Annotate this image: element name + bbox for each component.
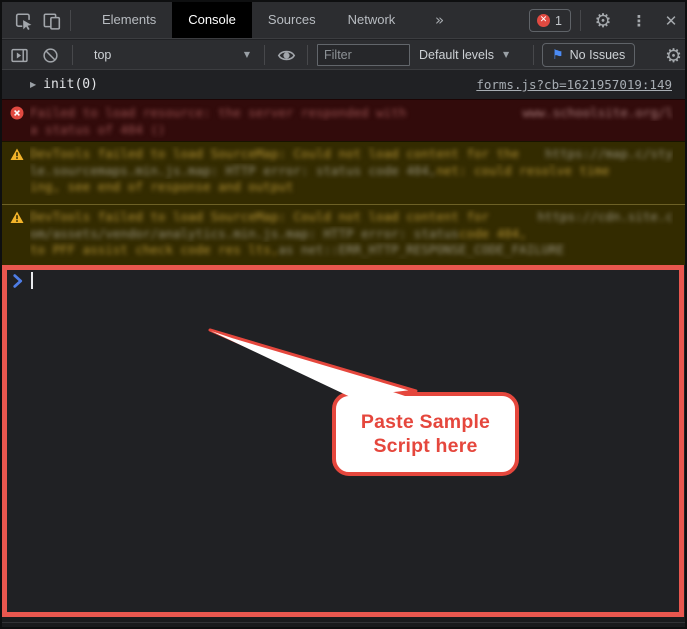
console-toolbar: top ▼ Default levels ▼ ⚑ No Issues ⚙ (2, 40, 685, 70)
toolbar-separator-2 (264, 45, 265, 65)
trace-source-link[interactable]: forms.js?cb=1621957019:149 (476, 77, 672, 92)
levels-label: Default levels (419, 48, 494, 62)
chevron-down-icon: ▼ (244, 50, 250, 59)
tab-network[interactable]: Network (332, 2, 412, 38)
tab-strip: Elements Console Sources Network (86, 2, 411, 38)
error-source-link-redacted[interactable]: www.schoolsite.org/l (522, 104, 673, 121)
error-message-redacted: Failed to load resource: the server resp… (30, 104, 673, 138)
expand-triangle-icon[interactable]: ▶ (30, 80, 36, 89)
warning-text-redacted-2: code 404, (459, 226, 527, 243)
console-prompt-icon (12, 274, 24, 293)
issues-flag-icon: ⚑ (552, 48, 564, 63)
tab-sources[interactable]: Sources (252, 2, 332, 38)
warning-text-redacted: DevTools failed to load SourceMap: Could… (30, 146, 519, 163)
console-sidebar-toggle-icon[interactable] (10, 46, 29, 65)
trace-label: init(0) (43, 77, 98, 92)
warning-message-redacted: DevTools failed to load SourceMap: Could… (30, 209, 673, 259)
error-circle-icon: ✕ (537, 14, 550, 27)
warning-text-redacted-3: to PFF assist check code res lts, (30, 242, 278, 259)
more-tabs-icon[interactable]: » (435, 2, 444, 38)
text-cursor (31, 272, 33, 289)
tab-console[interactable]: Console (172, 2, 252, 38)
warning-link-redacted-2[interactable]: le.sourcemaps.min.js.map: HTTP error: st… (30, 163, 436, 180)
live-expression-eye-icon[interactable] (277, 46, 296, 65)
warning-link-redacted[interactable]: https://map.c/sty (545, 146, 673, 163)
warning-link-redacted-3[interactable]: as net::ERR_HTTP_RESPONSE_CODE_FAILURE (278, 242, 564, 259)
settings-gear-icon[interactable]: ⚙ (593, 11, 613, 31)
toolbar-separator-4 (533, 45, 534, 65)
drawer-bottom-strip (2, 617, 685, 627)
error-count-badge[interactable]: ✕ 1 (529, 9, 571, 32)
warning-text-redacted-2: net: could resolve time (436, 163, 609, 180)
clear-console-icon[interactable] (41, 46, 60, 65)
console-settings-gear-icon[interactable]: ⚙ (664, 46, 683, 65)
bottom-divider (2, 622, 685, 623)
error-text-redacted-2: a status of 404 () (30, 121, 165, 138)
console-warning-row-2: DevTools failed to load SourceMap: Could… (2, 204, 685, 265)
error-count: 1 (555, 14, 562, 28)
chevron-down-icon: ▼ (503, 50, 509, 59)
filter-input[interactable] (317, 44, 410, 66)
devtools-tabbar: Elements Console Sources Network » ✕ 1 ⚙… (2, 2, 685, 39)
warning-text-redacted-3: ing, see end of response and output (30, 179, 293, 196)
error-text-redacted: Failed to load resource: the server resp… (30, 104, 406, 121)
tabbar-separator-2 (580, 10, 581, 31)
toolbar-separator-3 (307, 45, 308, 65)
console-input-area[interactable] (2, 265, 684, 617)
execution-context-selector[interactable]: top ▼ (86, 40, 258, 69)
devtools-window: Elements Console Sources Network » ✕ 1 ⚙… (0, 0, 687, 629)
warning-link-redacted[interactable]: https://cdn.site.c (538, 209, 673, 226)
warning-triangle-icon (10, 148, 24, 166)
error-circle-icon (10, 106, 24, 125)
issues-label: No Issues (570, 48, 626, 62)
issues-badge[interactable]: ⚑ No Issues (542, 43, 635, 67)
console-error-row: Failed to load resource: the server resp… (2, 99, 685, 141)
toolbar-separator-1 (72, 45, 73, 65)
tabbar-separator (70, 10, 71, 31)
inspect-element-icon[interactable] (14, 11, 34, 31)
warning-message-redacted: DevTools failed to load SourceMap: Could… (30, 146, 673, 196)
log-levels-selector[interactable]: Default levels ▼ (419, 40, 509, 69)
console-trace-row: ▶ init(0) forms.js?cb=1621957019:149 (2, 70, 685, 99)
warning-triangle-icon (10, 211, 24, 229)
warning-text-redacted: DevTools failed to load SourceMap: Could… (30, 209, 489, 226)
context-label: top (94, 48, 111, 62)
kebab-menu-icon[interactable]: ⋮ (629, 11, 649, 31)
close-devtools-icon[interactable]: ✕ (661, 11, 681, 31)
tab-elements[interactable]: Elements (86, 2, 172, 38)
warning-link-redacted-2[interactable]: om/assets/vendor/analytics.min.js.map: H… (30, 226, 459, 243)
device-toolbar-icon[interactable] (42, 11, 62, 31)
console-warning-row-1: DevTools failed to load SourceMap: Could… (2, 141, 685, 204)
